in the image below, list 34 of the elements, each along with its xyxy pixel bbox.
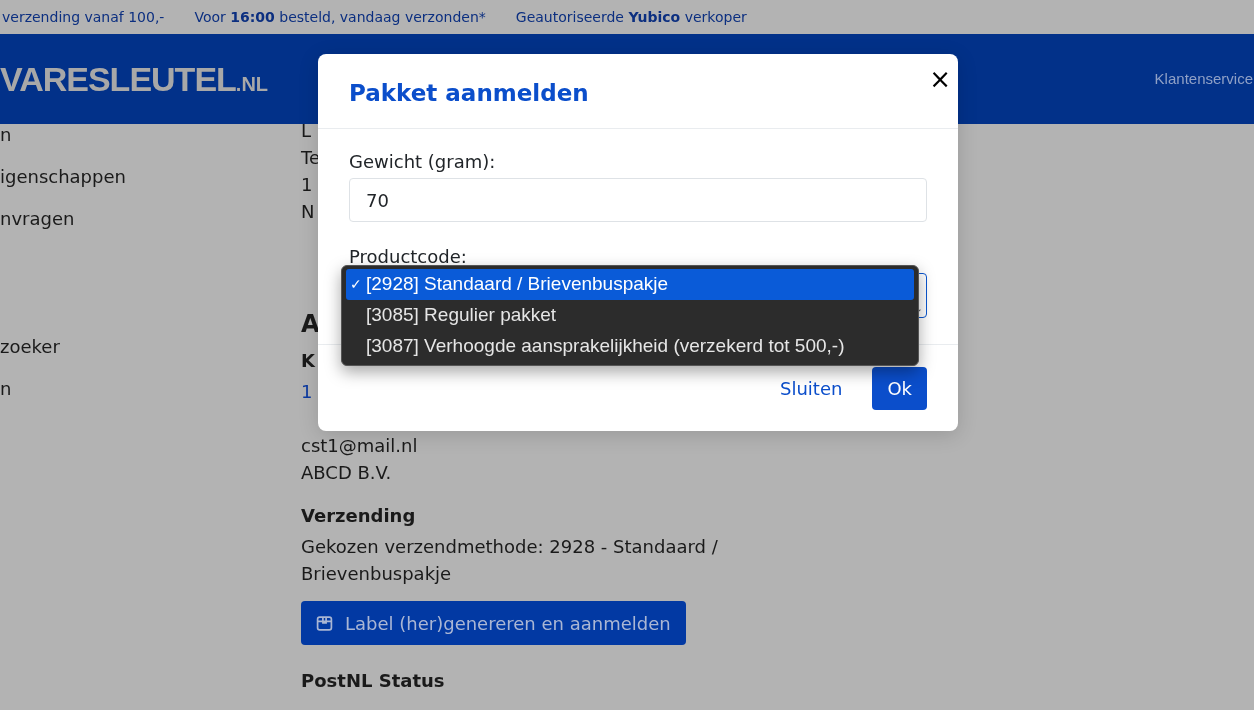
shipping-method-text: Gekozen verzendmethode: 2928 - Standaard / Brievenbuspakje	[301, 535, 719, 586]
customer-company: ABCD B.V.	[301, 461, 393, 485]
caret-icon: ⌄	[913, 303, 923, 315]
customer-link[interactable]: 1	[301, 378, 313, 405]
address-line: 1	[301, 173, 313, 197]
generate-label-button[interactable]: Label (her)genereren en aanmelden	[301, 601, 686, 645]
sidebar-item[interactable]: igenschappen	[0, 166, 126, 208]
promo-text: Geautoriseerde Yubico verkoper	[515, 7, 747, 27]
sidebar-item[interactable]: nvragen	[0, 208, 75, 250]
ok-button[interactable]: Ok	[872, 366, 927, 410]
logo[interactable]: VARESLEUTEL.NL	[0, 62, 269, 96]
customer-email: cst1@mail.nl	[301, 434, 419, 458]
status-title: PostNL Status	[301, 669, 446, 693]
package-icon	[316, 614, 333, 632]
dropdown-option[interactable]: [3087] Verhoogde aansprakelijkheid (verzekerd tot 500,-)	[346, 331, 914, 362]
customer-label: K	[301, 349, 315, 373]
dropdown-option[interactable]: [3085] Regulier pakket	[346, 300, 914, 331]
address-line: L	[301, 119, 312, 143]
weight-field[interactable]: 70	[349, 178, 927, 222]
promo-text: Voor 16:00 besteld, vandaag verzonden*	[194, 7, 486, 27]
close-button[interactable]: ×	[929, 66, 951, 92]
sidebar-item[interactable]: n	[0, 378, 12, 420]
field-label: Productcode:	[349, 246, 467, 268]
dropdown-option[interactable]: ✓ [2928] Standaard / Brievenbuspakje	[346, 269, 914, 300]
address-line: N	[301, 200, 315, 224]
nav-link[interactable]: Klantenservice	[1154, 67, 1253, 91]
section-heading: A	[301, 309, 320, 339]
sidebar-item[interactable]: zoeker	[0, 336, 60, 378]
sidebar-item[interactable]: n	[0, 124, 12, 166]
shipping-title: Verzending	[301, 504, 417, 528]
promo-text: verzending vanaf 100,-	[2, 7, 165, 27]
close-link[interactable]: Sluiten	[780, 374, 843, 402]
modal-title: Pakket aanmelden	[349, 79, 589, 108]
field-label: Gewicht (gram):	[349, 151, 496, 173]
